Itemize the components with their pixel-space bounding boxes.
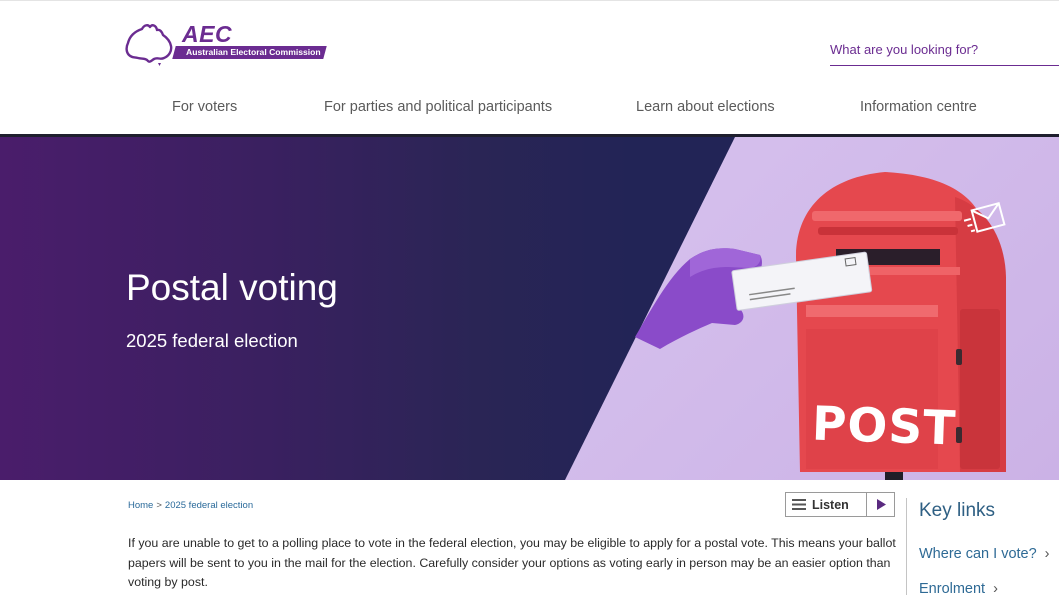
hero-banner: POST Postal voting 2025 federal election [0,137,1059,480]
page: AEC Australian Electoral Commission For … [0,0,1059,595]
play-icon[interactable] [866,493,894,516]
key-link-label: Where can I vote? [919,546,1037,562]
listen-button[interactable]: Listen [812,498,866,512]
postbox-label: POST [811,396,958,457]
listen-widget: Listen [785,492,895,517]
breadcrumb: Home >2025 federal election [128,500,253,511]
chevron-right-icon: › [1044,546,1050,562]
breadcrumb-current[interactable]: 2025 federal election [165,500,253,511]
search-input[interactable] [830,39,1059,59]
key-links-title: Key links [919,500,996,521]
main-nav: For voters For parties and political par… [0,99,1059,123]
breadcrumb-separator: > [156,500,162,511]
page-title: Postal voting [126,267,338,308]
logo-abbreviation: AEC [182,21,233,47]
australia-map-icon [125,24,173,66]
key-links-panel: Key links Where can I vote? › Enrolment › [906,498,1059,595]
breadcrumb-home[interactable]: Home [128,500,153,511]
search-box [830,39,1059,66]
nav-item-for-voters[interactable]: For voters [172,99,237,115]
nav-item-for-parties[interactable]: For parties and political participants [324,99,552,115]
logo-full-name: Australian Electoral Commission [186,47,321,57]
menu-lines-icon[interactable] [786,493,812,516]
chevron-right-icon: › [993,581,998,595]
nav-item-information-centre[interactable]: Information centre [860,99,977,115]
page-subtitle: 2025 federal election [126,330,298,351]
site-header: AEC Australian Electoral Commission For … [0,0,1059,138]
nav-item-learn-about-elections[interactable]: Learn about elections [636,99,775,115]
aec-logo[interactable]: AEC Australian Electoral Commission [124,21,329,69]
intro-paragraph: If you are unable to get to a polling pl… [128,536,896,589]
key-link-label: Enrolment [919,581,986,595]
key-link-where-can-i-vote[interactable]: Where can I vote? › [919,546,1050,562]
key-link-enrolment[interactable]: Enrolment › [919,581,998,595]
